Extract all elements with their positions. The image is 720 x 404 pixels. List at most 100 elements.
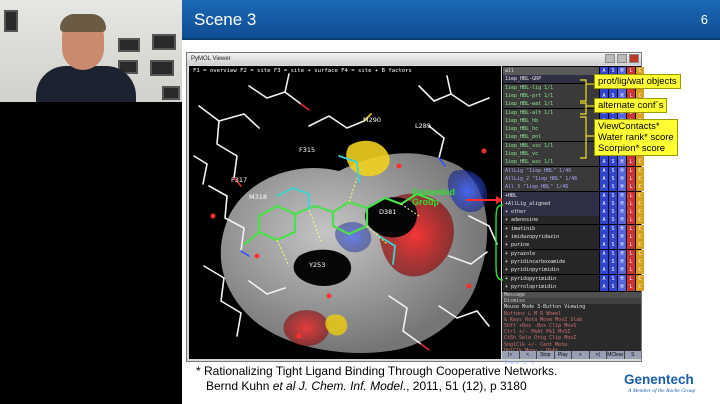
object-action-l-button[interactable]: L (627, 174, 635, 183)
object-action-l-button[interactable]: L (627, 199, 635, 208)
object-action-h-button[interactable]: H (618, 216, 626, 225)
object-row[interactable]: + other A S H L C (502, 208, 644, 217)
movie-control-button[interactable]: S (624, 351, 641, 359)
object-action-l-button[interactable]: L (627, 166, 635, 175)
object-name[interactable]: +AllLig_aligned (503, 199, 599, 208)
object-name[interactable]: 1iep_HBL-lig 1/1 (503, 83, 599, 92)
object-name[interactable]: + pyridincarboxamide (503, 257, 599, 266)
object-row[interactable]: +AllLig_aligned A S H L C (502, 199, 644, 208)
object-action-c-button[interactable]: C (636, 241, 644, 250)
object-row[interactable]: + imatinib A S H L C (502, 224, 644, 233)
object-action-h-button[interactable]: H (618, 266, 626, 275)
object-action-c-button[interactable]: C (636, 174, 644, 183)
object-row[interactable]: + adenosine A S H L C (502, 216, 644, 225)
object-name[interactable]: 1iep_HBL_vc (503, 150, 599, 158)
object-name[interactable]: + pyrroloprimidin (503, 282, 599, 291)
movie-control-button[interactable]: Play (554, 351, 571, 359)
object-action-s-button[interactable]: S (609, 158, 617, 167)
object-action-h-button[interactable]: H (618, 274, 626, 283)
object-action-s-button[interactable]: S (609, 241, 617, 250)
object-name[interactable]: +HBL (503, 191, 599, 200)
movie-control-button[interactable]: > (572, 351, 589, 359)
object-name[interactable]: AllLig "1iep_HBL" 1/46 (503, 166, 599, 175)
object-action-l-button[interactable]: L (627, 266, 635, 275)
movie-control-button[interactable]: Stop (537, 351, 554, 359)
object-row[interactable]: 1iep_HBL_wsc 1/1 A S H L C (502, 158, 644, 167)
object-row[interactable]: AllLig_2 "1iep_HBL" 1/46 A S H L C (502, 174, 644, 183)
object-name[interactable]: + imidazopyridazin (503, 233, 599, 241)
object-action-a-button[interactable]: A (600, 257, 608, 266)
maximize-button[interactable] (617, 54, 627, 63)
object-action-a-button[interactable]: A (600, 191, 608, 200)
object-row[interactable]: + pyrazole A S H L C (502, 249, 644, 258)
object-action-c-button[interactable]: C (636, 191, 644, 200)
object-action-s-button[interactable]: S (609, 224, 617, 233)
object-action-h-button[interactable]: H (618, 166, 626, 175)
object-action-c-button[interactable]: C (636, 266, 644, 275)
object-action-l-button[interactable]: L (627, 233, 635, 241)
object-row[interactable]: + pyridinpyrimidin A S H L C (502, 266, 644, 275)
object-action-l-button[interactable]: L (627, 282, 635, 291)
object-action-h-button[interactable]: H (618, 208, 626, 217)
object-action-l-button[interactable]: L (627, 183, 635, 192)
object-row[interactable]: +HBL A S H L C (502, 191, 644, 200)
object-name[interactable]: 1iep_HBL_wsc 1/1 (503, 158, 599, 167)
object-action-a-button[interactable]: A (600, 266, 608, 275)
object-action-h-button[interactable]: H (618, 183, 626, 192)
object-name[interactable]: 1iep_HBL-prt 1/1 (503, 91, 599, 100)
object-action-s-button[interactable]: S (609, 282, 617, 291)
object-action-h-button[interactable]: H (618, 249, 626, 258)
object-action-l-button[interactable]: L (627, 224, 635, 233)
object-name[interactable]: + other (503, 208, 599, 217)
object-name[interactable]: + pyrazole (503, 249, 599, 258)
object-action-l-button[interactable]: L (627, 216, 635, 225)
movie-control-button[interactable]: >| (589, 351, 606, 359)
object-action-l-button[interactable]: L (627, 241, 635, 250)
object-action-c-button[interactable]: C (636, 224, 644, 233)
object-name[interactable]: 1iep_HBL-wat 1/1 (503, 100, 599, 109)
object-action-s-button[interactable]: S (609, 166, 617, 175)
object-name[interactable]: + purine (503, 241, 599, 250)
object-action-a-button[interactable]: A (600, 174, 608, 183)
object-action-l-button[interactable]: L (627, 257, 635, 266)
object-action-c-button[interactable]: C (636, 183, 644, 192)
object-action-a-button[interactable]: A (600, 249, 608, 258)
object-action-h-button[interactable]: H (618, 241, 626, 250)
object-name[interactable]: AllLig_2 "1iep_HBL" 1/46 (503, 174, 599, 183)
object-action-h-button[interactable]: H (618, 158, 626, 167)
object-action-a-button[interactable]: A (600, 158, 608, 167)
object-action-a-button[interactable]: A (600, 166, 608, 175)
close-button[interactable] (629, 54, 639, 63)
object-action-s-button[interactable]: S (609, 266, 617, 275)
object-row[interactable]: All_3 "1iep_HBL" 1/46 A S H L C (502, 183, 644, 192)
object-name[interactable]: All_3 "1iep_HBL" 1/46 (503, 183, 599, 192)
object-action-l-button[interactable]: L (627, 274, 635, 283)
object-action-c-button[interactable]: C (636, 249, 644, 258)
object-name[interactable]: 1iep_HBL_hc (503, 125, 599, 134)
object-action-s-button[interactable]: S (609, 183, 617, 192)
object-action-a-button[interactable]: A (600, 208, 608, 217)
object-row[interactable]: AllLig "1iep_HBL" 1/46 A S H L C (502, 166, 644, 175)
object-action-s-button[interactable]: S (609, 191, 617, 200)
object-name[interactable]: + imatinib (503, 224, 599, 233)
object-name[interactable]: + adenosine (503, 216, 599, 225)
object-action-c-button[interactable]: C (636, 216, 644, 225)
object-action-c-button[interactable]: C (636, 282, 644, 291)
object-name[interactable]: 1iep_HBL-alt 1/1 (503, 108, 599, 117)
object-action-c-button[interactable]: C (636, 208, 644, 217)
object-action-l-button[interactable]: L (627, 208, 635, 217)
object-name[interactable]: 1iep_HBL_ssc 1/1 (503, 141, 599, 150)
object-action-h-button[interactable]: H (618, 174, 626, 183)
object-action-a-button[interactable]: A (600, 199, 608, 208)
object-action-h-button[interactable]: H (618, 191, 626, 200)
minimize-button[interactable] (605, 54, 615, 63)
object-action-c-button[interactable]: C (636, 199, 644, 208)
object-action-c-button[interactable]: C (636, 166, 644, 175)
object-action-s-button[interactable]: S (609, 208, 617, 217)
object-action-h-button[interactable]: H (618, 257, 626, 266)
object-action-a-button[interactable]: A (600, 216, 608, 225)
pymol-titlebar[interactable]: PyMOL Viewer (187, 53, 641, 65)
object-name[interactable]: 1iep_HBL_hb (503, 116, 599, 125)
object-row[interactable]: + pyridincarboxamide A S H L C (502, 257, 644, 266)
object-action-l-button[interactable]: L (627, 191, 635, 200)
